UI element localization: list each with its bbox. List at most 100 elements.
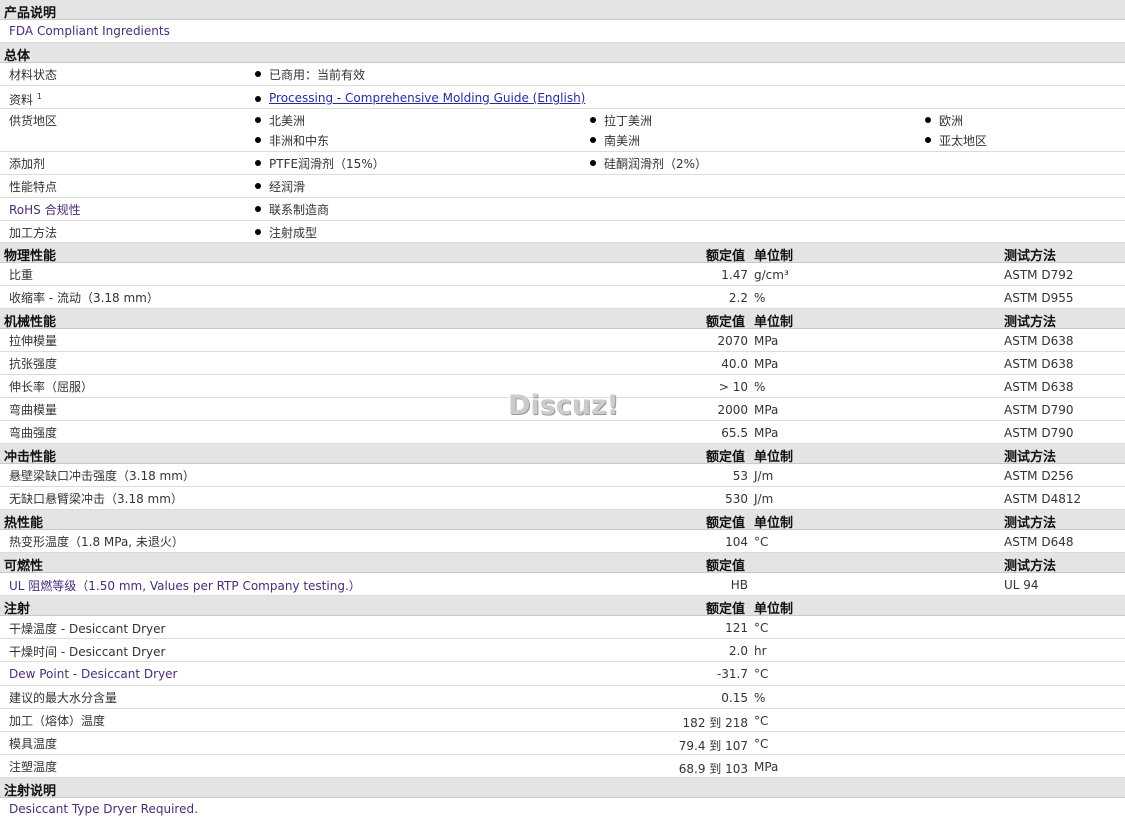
property-value: 0.15	[721, 691, 748, 705]
property-unit: J/m	[754, 469, 774, 483]
property-method: ASTM D790	[1004, 403, 1074, 417]
property-method: ASTM D256	[1004, 469, 1074, 483]
property-value: 121	[725, 621, 748, 635]
section-thermal: 热性能 额定值 单位制 测试方法	[0, 510, 1125, 531]
property-name: 弯曲强度	[9, 426, 58, 440]
header-nominal: 额定值	[706, 315, 746, 330]
property-name: Dew Point - Desiccant Dryer	[9, 667, 178, 681]
property-value: 2070	[717, 334, 748, 348]
header-nominal: 额定值	[706, 559, 746, 574]
general-row-processing: 加工方法 注射成型	[0, 221, 1125, 243]
general-row-supply-regions: 供货地区 北美洲 拉丁美洲 欧洲 非洲和中东 南美洲 亚太地区	[0, 109, 1125, 152]
row-label: 添加剂	[9, 157, 46, 171]
general-row-additives: 添加剂 PTFE润滑剂（15%） 硅酮润滑剂（2%）	[0, 152, 1125, 175]
property-value: 68.9 到 103	[678, 762, 748, 776]
row-label: 材料状态	[9, 68, 58, 82]
property-value: 182 到 218	[682, 716, 748, 730]
property-method: ASTM D648	[1004, 535, 1074, 549]
property-unit: J/m	[754, 492, 774, 506]
header-nominal: 额定值	[706, 450, 746, 465]
section-general: 总体	[0, 43, 1125, 64]
section-title: 注射说明	[4, 784, 57, 799]
section-product-description: 产品说明	[0, 0, 1125, 21]
footnote-marker: 1	[36, 92, 42, 101]
additive-item: 硅酮润滑剂（2%）	[604, 157, 708, 171]
section-title: 总体	[4, 49, 31, 64]
region-item: 北美洲	[269, 114, 306, 128]
property-row: 干燥温度 - Desiccant Dryer 121 °C	[0, 616, 1125, 639]
processing-guide-link[interactable]: Processing - Comprehensive Molding Guide…	[269, 91, 585, 105]
property-value: 1.47	[721, 268, 748, 282]
property-unit: °C	[754, 621, 769, 635]
header-unit: 单位制	[754, 450, 794, 465]
bullet-icon	[255, 183, 261, 189]
property-method: ASTM D792	[1004, 268, 1074, 282]
bullet-icon	[255, 96, 261, 102]
header-unit: 单位制	[754, 602, 794, 617]
injection-notes-row: Desiccant Type Dryer Required.	[0, 798, 1125, 819]
property-name: 伸长率（屈服）	[9, 380, 94, 394]
row-value: 已商用：当前有效	[269, 68, 366, 82]
watermark-logo: Discuz!	[508, 390, 619, 421]
property-row: 抗张强度 40.0 MPa ASTM D638	[0, 352, 1125, 375]
section-impact: 冲击性能 额定值 单位制 测试方法	[0, 444, 1125, 465]
property-name: 无缺口悬臂梁冲击（3.18 mm）	[9, 492, 183, 506]
section-injection-notes: 注射说明	[0, 778, 1125, 799]
bullet-icon	[255, 117, 261, 123]
property-row: 比重 1.47 g/cm³ ASTM D792	[0, 263, 1125, 286]
bullet-icon	[255, 71, 261, 77]
property-value: 2.0	[728, 644, 748, 658]
property-unit: g/cm³	[754, 268, 789, 282]
property-name: 加工（熔体）温度	[9, 714, 106, 728]
property-row: 注塑温度 68.9 到 103 MPa	[0, 755, 1125, 778]
property-name: 收缩率 - 流动（3.18 mm）	[9, 291, 159, 305]
property-name: 拉伸模量	[9, 334, 58, 348]
property-row: 弯曲强度 65.5 MPa ASTM D790	[0, 421, 1125, 444]
property-row: 悬壁梁缺口冲击强度（3.18 mm） 53 J/m ASTM D256	[0, 464, 1125, 487]
property-row: 热变形温度（1.8 MPa, 未退火） 104 °C ASTM D648	[0, 530, 1125, 553]
section-title: 冲击性能	[4, 450, 57, 465]
property-row: 干燥时间 - Desiccant Dryer 2.0 hr	[0, 639, 1125, 662]
property-name: 模具温度	[9, 737, 58, 751]
row-value: 经润滑	[269, 180, 306, 194]
region-item: 拉丁美洲	[604, 114, 653, 128]
property-method: ASTM D638	[1004, 380, 1074, 394]
property-unit: MPa	[754, 760, 779, 774]
property-value: 104	[725, 535, 748, 549]
bullet-icon	[255, 229, 261, 235]
region-item: 非洲和中东	[269, 134, 330, 148]
section-title: 注射	[4, 602, 31, 617]
section-injection: 注射 额定值 单位制	[0, 596, 1125, 617]
property-unit: °C	[754, 737, 769, 751]
property-method: ASTM D955	[1004, 291, 1074, 305]
header-nominal: 额定值	[706, 249, 746, 264]
header-nominal: 额定值	[706, 602, 746, 617]
property-row: 收缩率 - 流动（3.18 mm） 2.2 % ASTM D955	[0, 286, 1125, 309]
property-row: 建议的最大水分含量 0.15 %	[0, 686, 1125, 709]
bullet-icon	[590, 137, 596, 143]
property-name: UL 阻燃等级（1.50 mm, Values per RTP Company …	[9, 579, 361, 593]
property-method: UL 94	[1004, 578, 1039, 592]
property-unit: °C	[754, 535, 769, 549]
header-method: 测试方法	[1004, 450, 1057, 465]
bullet-icon	[255, 137, 261, 143]
bullet-icon	[255, 160, 261, 166]
property-method: ASTM D638	[1004, 334, 1074, 348]
general-row-features: 性能特点 经润滑	[0, 175, 1125, 198]
property-value: -31.7	[716, 667, 748, 681]
row-value: 联系制造商	[269, 203, 330, 217]
general-row-documents: 资料 1 Processing - Comprehensive Molding …	[0, 86, 1125, 109]
property-unit: %	[754, 291, 766, 305]
property-unit: %	[754, 380, 766, 394]
injection-notes-text: Desiccant Type Dryer Required.	[9, 802, 198, 816]
property-unit: hr	[754, 644, 767, 658]
property-value: > 10	[718, 380, 748, 394]
property-value: HB	[730, 578, 748, 592]
property-row: 拉伸模量 2070 MPa ASTM D638	[0, 329, 1125, 352]
section-title: 热性能	[4, 516, 44, 531]
property-row: 无缺口悬臂梁冲击（3.18 mm） 530 J/m ASTM D4812	[0, 487, 1125, 510]
region-item: 亚太地区	[939, 134, 988, 148]
property-value: 530	[725, 492, 748, 506]
property-name: 热变形温度（1.8 MPa, 未退火）	[9, 535, 184, 549]
property-unit: °C	[754, 667, 769, 681]
